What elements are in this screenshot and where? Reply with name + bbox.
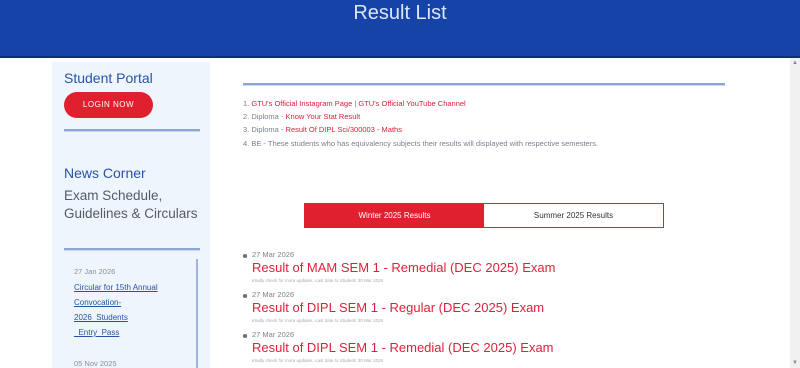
- login-now-button[interactable]: LOGIN NOW: [64, 92, 153, 118]
- notice-item: 2. Diploma - Know Your Stat Result: [243, 112, 361, 121]
- result-meta: Kindly check for more updates. Last date…: [252, 318, 384, 323]
- result-link[interactable]: Result of MAM SEM 1 - Remedial (DEC 2025…: [252, 260, 555, 275]
- news-divider: [64, 248, 200, 251]
- bullet-icon: [243, 334, 247, 338]
- notice-link[interactable]: Know Your Stat Result: [286, 112, 361, 121]
- page-scrollbar[interactable]: ▲ ▼: [790, 58, 800, 368]
- news-item-link[interactable]: Circular for 15th Annual: [74, 280, 184, 295]
- results-tabs: Winter 2025 Results Summer 2025 Results: [304, 203, 664, 228]
- sidebar: Student Portal LOGIN NOW News Corner Exa…: [52, 62, 210, 368]
- tab-summer-2025[interactable]: Summer 2025 Results: [484, 204, 663, 227]
- result-link[interactable]: Result of DIPL SEM 1 - Regular (DEC 2025…: [252, 300, 544, 315]
- news-item-link[interactable]: Convocation-: [74, 295, 184, 310]
- notice-link[interactable]: Result Of DIPL Sci/300003 - Maths: [286, 125, 402, 134]
- notice-item: 3. Diploma - Result Of DIPL Sci/300003 -…: [243, 125, 402, 134]
- news-list[interactable]: 27 Jan 2026 Circular for 15th Annual Con…: [64, 259, 198, 368]
- bullet-icon: [243, 294, 247, 298]
- news-item-link[interactable]: _Entry_Pass: [74, 325, 184, 340]
- tab-winter-2025[interactable]: Winter 2025 Results: [305, 204, 484, 227]
- news-item-date: 27 Jan 2026: [74, 267, 116, 276]
- result-meta: Kindly check for more updates. Last date…: [252, 358, 384, 363]
- bullet-icon: [243, 254, 247, 258]
- notice-item: 4. BE - These students who has equivalen…: [243, 139, 599, 148]
- student-portal-title: Student Portal: [64, 70, 153, 86]
- sidebar-divider: [64, 129, 200, 132]
- result-date: 27 Mar 2026: [252, 290, 295, 299]
- result-date: 27 Mar 2026: [252, 330, 295, 339]
- news-item: 05 Nov 2025: [74, 359, 184, 368]
- main-divider: [243, 83, 725, 86]
- result-meta: Kindly check for more updates. Last date…: [252, 278, 384, 283]
- news-item-link[interactable]: 2026_Students: [74, 310, 184, 325]
- scroll-up-icon[interactable]: ▲: [792, 60, 798, 66]
- news-item: 27 Jan 2026 Circular for 15th Annual Con…: [74, 267, 184, 340]
- result-date: 27 Mar 2026: [252, 250, 295, 259]
- result-link[interactable]: Result of DIPL SEM 1 - Remedial (DEC 202…: [252, 340, 554, 355]
- youtube-link[interactable]: GTU's Official YouTube Channel: [358, 99, 465, 108]
- news-corner-title: News Corner: [64, 165, 146, 181]
- news-corner-subtitle: Exam Schedule, Guidelines & Circulars: [64, 188, 198, 221]
- main-content: 1. GTU's Official Instagram Page | GTU's…: [243, 0, 725, 368]
- notice-item: 1. GTU's Official Instagram Page | GTU's…: [243, 99, 466, 108]
- news-item-date: 05 Nov 2025: [74, 359, 117, 368]
- scroll-down-icon[interactable]: ▼: [792, 360, 798, 366]
- instagram-link[interactable]: GTU's Official Instagram Page: [251, 99, 352, 108]
